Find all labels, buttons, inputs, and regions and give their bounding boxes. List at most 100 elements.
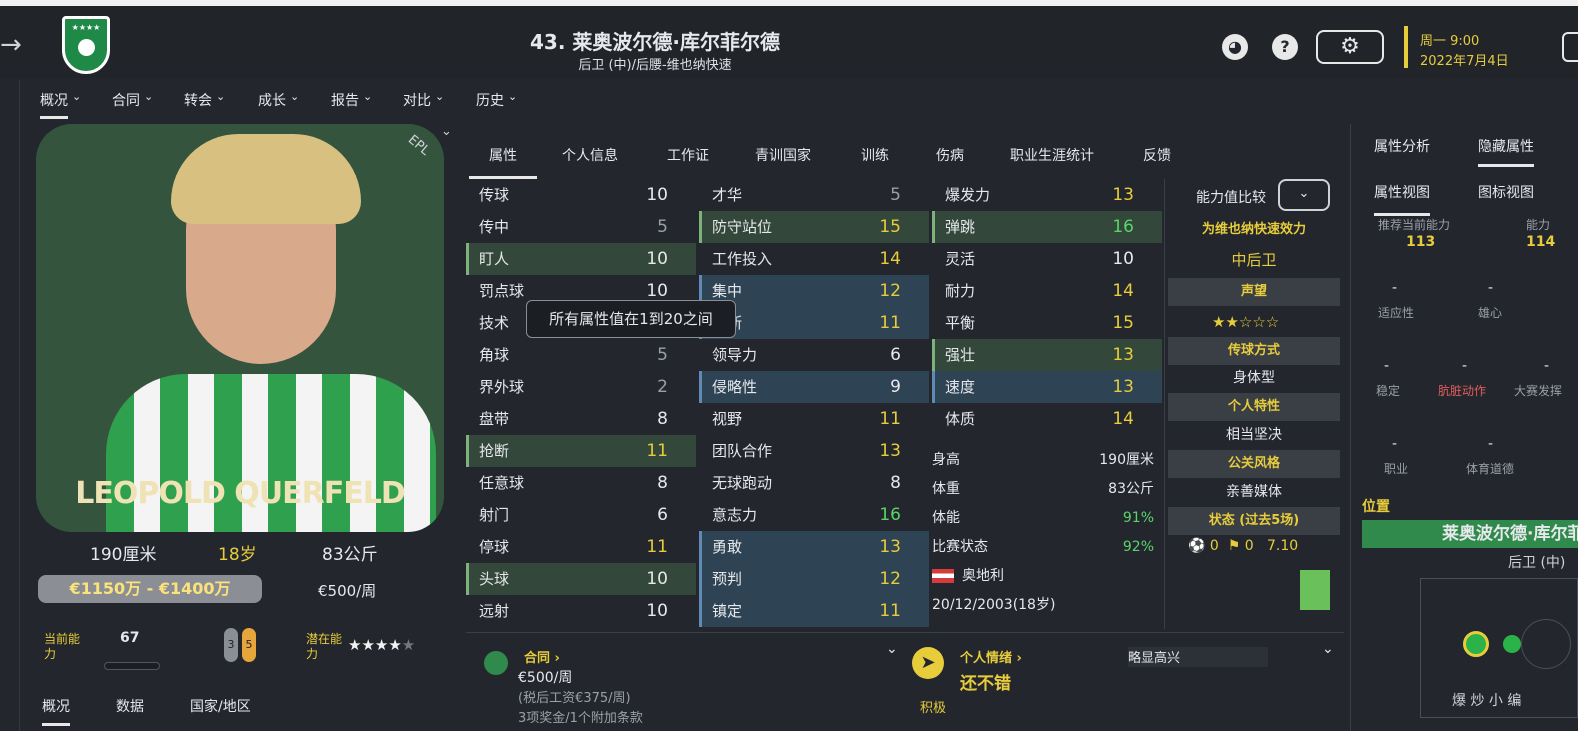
subtab-1[interactable]: 数据 [116,696,144,716]
center-tab-6[interactable]: 职业生涯统计 [1010,145,1094,165]
center-tab-3[interactable]: 青训国家 [755,145,811,165]
tab-hidden-attributes[interactable]: 隐藏属性 [1478,136,1534,167]
center-tab-1[interactable]: 个人信息 [562,145,618,165]
attribute-row[interactable]: 灵活 10 [932,243,1162,275]
attribute-row[interactable]: 勇敢 13 [699,531,929,563]
attribute-row[interactable]: 头球 10 [466,563,696,595]
menu-item-5[interactable]: 对比 [403,90,431,110]
attribute-row[interactable]: 传球 10 [466,179,696,211]
menu-item-3[interactable]: 成长 [258,90,286,110]
current-ability-value: 67 [120,630,140,646]
center-tab-5[interactable]: 伤病 [936,145,964,165]
attribute-row[interactable]: 镇定 11 [699,595,929,627]
subtab-2[interactable]: 国家/地区 [190,696,251,716]
attribute-row[interactable]: 传中 5 [466,211,696,243]
mood-arrow-icon: ➤ [912,647,944,679]
contract-link[interactable]: 合同 › [524,647,560,666]
attribute-row[interactable]: 远射 10 [466,595,696,627]
attribute-row[interactable]: 角球 5 [466,339,696,371]
center-tab-4[interactable]: 训练 [861,145,889,165]
menu-chevron-down-icon: ⌄ [508,90,518,103]
attribute-name: 爆发力 [945,186,991,204]
attribute-value: 13 [879,537,901,557]
attribute-row[interactable]: 视野 11 [699,403,929,435]
center-tab-7[interactable]: 反馈 [1143,145,1171,165]
menu-item-6[interactable]: 历史 [476,90,504,110]
card-chevron-down-icon[interactable]: ⌄ [441,124,452,139]
compare-dropdown-button[interactable]: ⌄ [1278,179,1330,211]
attribute-row[interactable]: 停球 11 [466,531,696,563]
mood-chevron-down-icon[interactable]: ⌄ [1322,641,1334,657]
attribute-row[interactable]: 弹跳 16 [932,211,1162,243]
tab-icon-view[interactable]: 图标视图 [1478,182,1534,202]
best-role[interactable]: 中后卫 [1168,249,1340,270]
attribute-row[interactable]: 界外球 2 [466,371,696,403]
mood-tag: 积极 [920,701,947,716]
info-row-nation: 奥地利 [932,562,1160,591]
attribute-row[interactable]: 体质 14 [932,403,1162,435]
attribute-row[interactable]: 团队合作 13 [699,435,929,467]
mood-state: 略显高兴 [1128,647,1268,667]
dirtiness-value: - [1462,358,1468,374]
attribute-row[interactable]: 盘带 8 [466,403,696,435]
menu-chevron-down-icon: ⌄ [72,90,82,103]
attribute-row[interactable]: 盯人 10 [466,243,696,275]
attribute-name: 罚点球 [479,282,525,300]
contract-chevron-down-icon[interactable]: ⌄ [886,641,898,657]
current-date[interactable]: 2022年7月4日 [1420,50,1509,69]
menu-item-0[interactable]: 概况 [40,90,68,119]
mood-link[interactable]: 个人情绪 › [960,647,1022,666]
attribute-row[interactable]: 防守站位 15 [699,211,929,243]
center-tab-0[interactable]: 属性 [469,145,537,179]
separator [1164,179,1165,629]
attribute-row[interactable]: 意志力 16 [699,499,929,531]
natural-position-dot[interactable] [1463,631,1489,657]
menu-item-1[interactable]: 合同 [112,90,140,110]
hidden-attr-important-matches: 大赛发挥 [1514,384,1563,398]
attribute-value: 12 [879,281,901,301]
tab-attribute-view[interactable]: 属性视图 [1374,182,1430,216]
attribute-row[interactable]: 平衡 15 [932,307,1162,339]
subtab-0[interactable]: 概况 [42,696,70,726]
hidden-attr-professionalism: 职业 [1384,462,1409,476]
accomplished-position-dot[interactable] [1503,635,1521,653]
attribute-row[interactable]: 侵略性 9 [699,371,929,403]
transfer-value[interactable]: €1150万 - €1400万 [38,575,262,603]
media-header: 公关风格 [1168,450,1340,478]
attribute-row[interactable]: 无球跑动 8 [699,467,929,499]
player-hair [171,134,361,224]
attribute-row[interactable]: 任意球 8 [466,467,696,499]
attribute-name: 远射 [479,602,510,620]
attribute-row[interactable]: 预判 12 [699,563,929,595]
scout-icon[interactable]: ◕ [1222,34,1248,60]
attribute-row[interactable]: 工作投入 14 [699,243,929,275]
top-bar: → ★★★★ 43. 莱奥波尔德·库尔菲尔德 后卫 (中)/后腰-维也纳快速 ◕… [0,0,1578,78]
attribute-name: 体质 [945,410,976,428]
media-style: 亲善媒体 [1226,484,1282,500]
continue-button[interactable] [1562,32,1578,62]
hidden-attr-dirtiness: 肮脏动作 [1438,384,1487,398]
settings-gear-icon[interactable]: ⚙ [1316,30,1384,64]
ability-bar [104,662,160,670]
attribute-name: 头球 [479,570,510,588]
attribute-row[interactable]: 领导力 6 [699,339,929,371]
menu-item-4[interactable]: 报告 [331,90,359,110]
attribute-row[interactable]: 爆发力 13 [932,179,1162,211]
bottom-panel: 合同 › €500/周 (税后工资€375/周) 3项奖金/1个附加条款 ⌄ ➤… [466,632,1344,731]
attribute-value: 11 [646,441,668,461]
menu-item-2[interactable]: 转会 [184,90,212,110]
attribute-row[interactable]: 耐力 14 [932,275,1162,307]
current-day[interactable]: 周一 9:00 [1420,30,1479,49]
position-name-bar: 莱奥波尔德·库尔菲尔德 [1362,520,1578,548]
center-tab-2[interactable]: 工作证 [667,145,709,165]
attribute-row[interactable]: 强壮 13 [932,339,1162,371]
attribute-row[interactable]: 才华 5 [699,179,929,211]
attribute-value: 10 [646,601,668,621]
attribute-row[interactable]: 射门 6 [466,499,696,531]
attribute-value: 6 [657,505,668,525]
tab-attribute-analysis[interactable]: 属性分析 [1374,136,1430,156]
attribute-row[interactable]: 速度 13 [932,371,1162,403]
important-matches-value: - [1544,358,1550,374]
attribute-row[interactable]: 抢断 11 [466,435,696,467]
help-icon[interactable]: ? [1272,34,1298,60]
